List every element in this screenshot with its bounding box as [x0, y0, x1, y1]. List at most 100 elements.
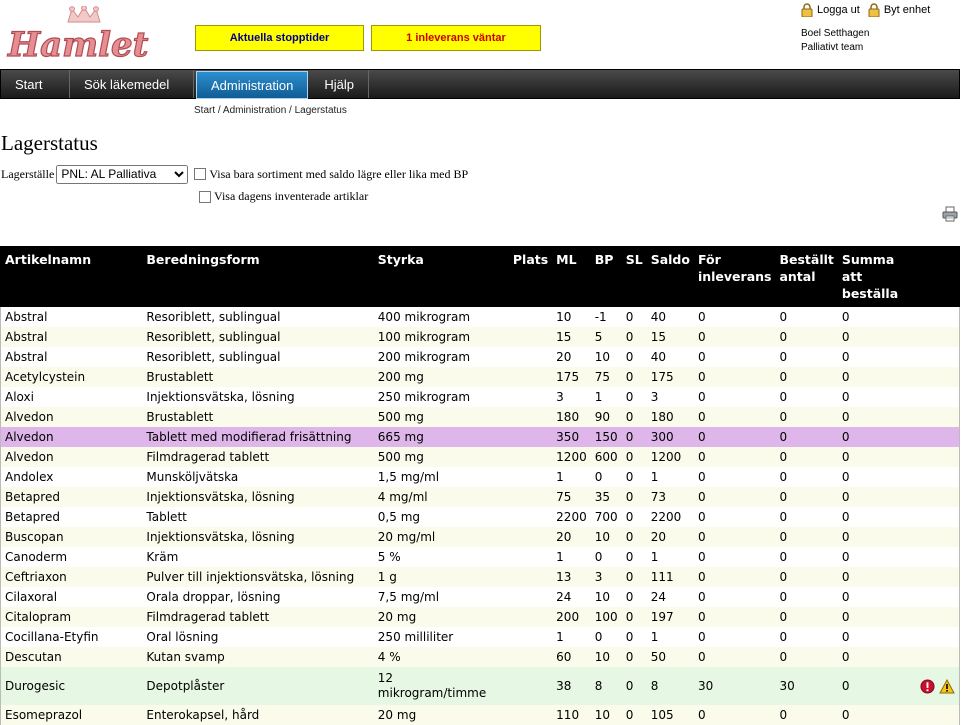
- col-header-bestallt-antal[interactable]: Beställt antal: [775, 247, 837, 307]
- table-row[interactable]: AbstralResoriblett, sublingual100 mikrog…: [1, 327, 960, 347]
- col-header-sl[interactable]: SL: [622, 247, 647, 307]
- table-row[interactable]: EsomeprazolEnterokapsel, hård20 mg110100…: [1, 705, 960, 725]
- table-row[interactable]: BetapredInjektionsvätska, lösning4 mg/ml…: [1, 487, 960, 507]
- cell-summa: 0: [838, 467, 910, 487]
- table-row[interactable]: CeftriaxonPulver till injektionsvätska, …: [1, 567, 960, 587]
- error-icon[interactable]: [920, 679, 935, 694]
- nav-item-administration[interactable]: Administration: [196, 71, 308, 99]
- cell-bestallt-antal: 0: [775, 587, 837, 607]
- cell-name: Abstral: [1, 327, 143, 347]
- cell-for-inleverans: 0: [694, 347, 776, 367]
- col-header-saldo[interactable]: Saldo: [647, 247, 694, 307]
- table-row[interactable]: BetapredTablett0,5 mg220070002200000: [1, 507, 960, 527]
- switch-unit-link[interactable]: Byt enhet: [868, 3, 930, 17]
- cell-summa: 0: [838, 547, 910, 567]
- cell-form: Orala droppar, lösning: [142, 587, 373, 607]
- cell-strength: 5 %: [374, 547, 509, 567]
- inventoried-checkbox[interactable]: [199, 191, 211, 203]
- cell-saldo: 180: [647, 407, 694, 427]
- cell-sl: 0: [622, 387, 647, 407]
- cell-bestallt-antal: 0: [775, 407, 837, 427]
- logout-link[interactable]: Logga ut: [801, 3, 860, 17]
- cell-name: Betapred: [1, 487, 143, 507]
- cell-bp: 8: [591, 667, 622, 705]
- nav-item-start[interactable]: Start: [1, 70, 70, 98]
- printer-icon[interactable]: [942, 206, 958, 222]
- nav-item-search-medicine[interactable]: Sök läkemedel: [70, 70, 194, 98]
- cell-sl: 0: [622, 627, 647, 647]
- hamlet-logo[interactable]: Hamlet: [6, 6, 156, 62]
- cell-for-inleverans: 0: [694, 387, 776, 407]
- table-row[interactable]: AcetylcysteinBrustablett200 mg1757501750…: [1, 367, 960, 387]
- switch-unit-label: Byt enhet: [884, 4, 930, 16]
- cell-for-inleverans: 0: [694, 307, 776, 328]
- cell-bp: 10: [591, 705, 622, 725]
- col-header-for-inleverans[interactable]: För inleverans: [694, 247, 776, 307]
- cell-ml: 38: [552, 667, 591, 705]
- table-row[interactable]: Cocillana-EtyfinOral lösning250 millilit…: [1, 627, 960, 647]
- cell-ml: 24: [552, 587, 591, 607]
- cell-for-inleverans: 0: [694, 467, 776, 487]
- low-stock-checkbox-row[interactable]: Visa bara sortiment med saldo lägre elle…: [194, 167, 468, 182]
- table-row[interactable]: DescutanKutan svamp4 %6010050000: [1, 647, 960, 667]
- cell-saldo: 73: [647, 487, 694, 507]
- cell-bestallt-antal: 0: [775, 507, 837, 527]
- user-info: Boel Setthagen Palliativt team: [801, 27, 869, 55]
- cell-strength: 4 mg/ml: [374, 487, 509, 507]
- cell-status: [910, 307, 959, 328]
- table-row[interactable]: CitalopramFilmdragerad tablett20 mg20010…: [1, 607, 960, 627]
- warning-icon[interactable]: [939, 679, 955, 694]
- col-header-form[interactable]: Beredningsform: [142, 247, 373, 307]
- nav-item-label: Start: [15, 77, 42, 92]
- table-row[interactable]: AndolexMunsköljvätska1,5 mg/ml1001000: [1, 467, 960, 487]
- cell-for-inleverans: 0: [694, 647, 776, 667]
- col-header-name[interactable]: Artikelnamn: [1, 247, 143, 307]
- cell-bestallt-antal: 0: [775, 607, 837, 627]
- col-header-summa[interactable]: Summa att beställa: [838, 247, 910, 307]
- inventoried-checkbox-row[interactable]: Visa dagens inventerade artiklar: [199, 189, 368, 204]
- cell-strength: 250 mikrogram: [374, 387, 509, 407]
- col-header-bp[interactable]: BP: [591, 247, 622, 307]
- deliveries-waiting-button[interactable]: 1 inleverans väntar: [371, 25, 541, 51]
- col-header-strength[interactable]: Styrka: [374, 247, 509, 307]
- cell-strength: 200 mg: [374, 367, 509, 387]
- table-row[interactable]: CanodermKräm5 %1001000: [1, 547, 960, 567]
- cell-status: [910, 587, 959, 607]
- cell-ml: 350: [552, 427, 591, 447]
- cell-saldo: 24: [647, 587, 694, 607]
- table-row[interactable]: CilaxoralOrala droppar, lösning7,5 mg/ml…: [1, 587, 960, 607]
- table-row[interactable]: AbstralResoriblett, sublingual200 mikrog…: [1, 347, 960, 367]
- cell-status: [910, 607, 959, 627]
- table-row[interactable]: DurogesicDepotplåster12 mikrogram/timme3…: [1, 667, 960, 705]
- cell-status: [910, 387, 959, 407]
- col-header-ml[interactable]: ML: [552, 247, 591, 307]
- cell-form: Depotplåster: [142, 667, 373, 705]
- cell-saldo: 40: [647, 307, 694, 328]
- table-row[interactable]: AlvedonBrustablett500 mg180900180000: [1, 407, 960, 427]
- cell-saldo: 8: [647, 667, 694, 705]
- table-row[interactable]: BuscopanInjektionsvätska, lösning20 mg/m…: [1, 527, 960, 547]
- cell-summa: 0: [838, 447, 910, 467]
- cell-summa: 0: [838, 407, 910, 427]
- table-row[interactable]: AloxiInjektionsvätska, lösning250 mikrog…: [1, 387, 960, 407]
- cell-place: [509, 547, 552, 567]
- col-header-place[interactable]: Plats: [509, 247, 552, 307]
- location-select[interactable]: PNL: AL Palliativa: [56, 165, 188, 184]
- cell-form: Injektionsvätska, lösning: [142, 487, 373, 507]
- cell-bestallt-antal: 0: [775, 427, 837, 447]
- cell-summa: 0: [838, 647, 910, 667]
- table-row[interactable]: AbstralResoriblett, sublingual400 mikrog…: [1, 307, 960, 328]
- nav-item-label: Administration: [211, 78, 293, 93]
- nav-item-help[interactable]: Hjälp: [310, 70, 369, 98]
- cell-place: [509, 387, 552, 407]
- cell-name: Abstral: [1, 347, 143, 367]
- cell-saldo: 175: [647, 367, 694, 387]
- cell-saldo: 111: [647, 567, 694, 587]
- cell-for-inleverans: 0: [694, 427, 776, 447]
- cell-strength: 12 mikrogram/timme: [374, 667, 509, 705]
- low-stock-checkbox[interactable]: [194, 168, 206, 180]
- table-row[interactable]: AlvedonTablett med modifierad frisättnin…: [1, 427, 960, 447]
- current-stop-times-button[interactable]: Aktuella stopptider: [195, 25, 364, 51]
- table-row[interactable]: AlvedonFilmdragerad tablett500 mg1200600…: [1, 447, 960, 467]
- cell-place: [509, 307, 552, 328]
